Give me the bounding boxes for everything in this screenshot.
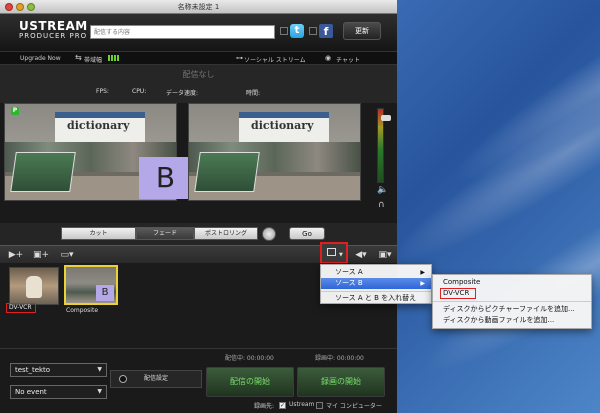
record-destination-label: 録画先: bbox=[254, 403, 275, 410]
event-value: No event bbox=[15, 388, 47, 396]
broadcast-status-panel: 配信なし FPS: CPU: データ速度: 時間: bbox=[0, 65, 397, 103]
broadcast-status: 配信なし bbox=[182, 70, 215, 79]
time-label: 時間: bbox=[246, 90, 261, 97]
data-rate-label: データ速度: bbox=[166, 90, 199, 97]
event-select[interactable]: No event ▼ bbox=[10, 385, 107, 399]
broadcast-title-input[interactable] bbox=[90, 25, 275, 39]
postroll-button[interactable]: ポストロリング bbox=[194, 227, 258, 240]
source-label-dv-vcr: DV-VCR bbox=[6, 303, 36, 313]
scene-banner-text: dictionary bbox=[251, 119, 314, 132]
logo-text-bottom: PRODUCER PRO bbox=[19, 32, 88, 40]
ustream-destination-checkbox[interactable]: ✓ bbox=[279, 402, 286, 409]
bandwidth-meter bbox=[108, 55, 120, 63]
live-monitor[interactable]: dictionary bbox=[188, 103, 361, 201]
twitter-checkbox[interactable] bbox=[280, 27, 288, 35]
desktop-background bbox=[400, 0, 600, 413]
add-camera-icon[interactable]: ▶+ bbox=[8, 249, 24, 261]
broadcast-settings-button[interactable]: 配信設定 bbox=[110, 370, 202, 388]
volume-slider-handle[interactable] bbox=[381, 115, 391, 121]
ustream-destination-label: Ustream bbox=[289, 401, 315, 408]
computer-destination-checkbox[interactable] bbox=[316, 402, 323, 409]
overlay-b: B bbox=[139, 157, 192, 199]
source-thumbnail-dv-vcr[interactable] bbox=[9, 267, 59, 305]
update-button[interactable]: 更新 bbox=[343, 22, 381, 40]
bandwidth-icon: ⇆ bbox=[75, 53, 82, 62]
composite-overlay-b: B bbox=[96, 285, 114, 301]
preview-area: dictionary P B dictionary 🔈 ∩ bbox=[0, 103, 397, 223]
bottom-controls: test_tekto ▼ No event ▼ 配信中: 00:00:00 録画中:… bbox=[0, 348, 397, 413]
source-menu: ソース A ▶ ソース B ▶ ソース A と B を入れ替え bbox=[320, 264, 432, 304]
broadcast-settings-label: 配信設定 bbox=[144, 375, 169, 382]
ustream-logo: USTREAM PRODUCER PRO bbox=[19, 20, 88, 41]
status-bar: Upgrade Now ⇆ 帯域幅 ⊶ ソーシャル ストリーム ◉ チャット bbox=[0, 51, 397, 65]
app-window: 名称未設定 1 USTREAM PRODUCER PRO t f 更新 Upgr… bbox=[0, 0, 397, 413]
upgrade-now-link[interactable]: Upgrade Now bbox=[20, 55, 61, 62]
go-button[interactable]: Go bbox=[289, 227, 325, 240]
menu-item-source-b[interactable]: ソース B ▶ bbox=[321, 278, 431, 289]
fps-label: FPS: bbox=[96, 88, 109, 95]
cpu-label: CPU: bbox=[132, 88, 147, 95]
facebook-checkbox[interactable] bbox=[309, 27, 317, 35]
title-bar: 名称未設定 1 bbox=[0, 0, 397, 14]
cut-button[interactable]: カット bbox=[61, 227, 136, 240]
scene-banner-text: dictionary bbox=[67, 119, 130, 132]
record-timer: 録画中: 00:00:00 bbox=[315, 355, 364, 362]
account-value: test_tekto bbox=[15, 366, 51, 374]
menu-item-swap-sources[interactable]: ソース A と B を入れ替え bbox=[321, 293, 431, 304]
chat-icon: ◉ bbox=[325, 54, 332, 62]
chat-button[interactable]: チャット bbox=[336, 55, 360, 64]
social-stream-button[interactable]: ソーシャル ストリーム bbox=[244, 55, 306, 64]
broadcast-timer: 配信中: 00:00:00 bbox=[225, 355, 274, 362]
start-broadcast-button[interactable]: 配信の開始 bbox=[206, 367, 294, 397]
layout-icon[interactable]: ▣▾ bbox=[377, 249, 393, 261]
source-select-button[interactable]: ▼ bbox=[320, 242, 348, 264]
submenu-item-add-video[interactable]: ディスクから動画ファイルを追加... bbox=[433, 315, 591, 326]
menu-item-source-a[interactable]: ソース A ▶ bbox=[321, 267, 431, 278]
account-select[interactable]: test_tekto ▼ bbox=[10, 363, 107, 377]
fade-button[interactable]: フェード bbox=[136, 227, 194, 240]
window-title: 名称未設定 1 bbox=[177, 3, 220, 11]
submenu-item-add-picture[interactable]: ディスクからピクチャーファイルを追加... bbox=[433, 304, 591, 315]
start-recording-button[interactable]: 録画の開始 bbox=[297, 367, 385, 397]
source-thumbnail-composite[interactable]: B bbox=[64, 265, 118, 305]
facebook-icon[interactable]: f bbox=[319, 24, 333, 38]
audio-icon[interactable]: ◀▾ bbox=[353, 249, 369, 261]
broadcast-settings-radio[interactable] bbox=[119, 375, 127, 383]
computer-destination-label: マイ コンピューター bbox=[326, 403, 382, 410]
speaker-icon[interactable]: 🔈 bbox=[377, 185, 388, 195]
source-submenu: Composite DV-VCR ディスクからピクチャーファイルを追加... デ… bbox=[432, 274, 592, 329]
preview-indicator: P bbox=[11, 107, 19, 115]
source-label-composite: Composite bbox=[66, 307, 99, 314]
screen-share-icon[interactable]: ▭▾ bbox=[59, 249, 75, 261]
twitter-icon[interactable]: t bbox=[290, 24, 304, 38]
bandwidth-label: 帯域幅 bbox=[84, 57, 103, 64]
transition-circle-button[interactable] bbox=[262, 227, 276, 241]
submenu-item-composite[interactable]: Composite bbox=[433, 277, 591, 288]
add-image-icon[interactable]: ▣+ bbox=[33, 249, 49, 261]
app-header: USTREAM PRODUCER PRO t f 更新 bbox=[0, 14, 397, 51]
social-stream-icon: ⊶ bbox=[236, 54, 243, 62]
headphones-icon[interactable]: ∩ bbox=[378, 200, 385, 210]
logo-text-top: USTREAM bbox=[19, 19, 88, 33]
dv-vcr-highlight bbox=[440, 288, 476, 299]
